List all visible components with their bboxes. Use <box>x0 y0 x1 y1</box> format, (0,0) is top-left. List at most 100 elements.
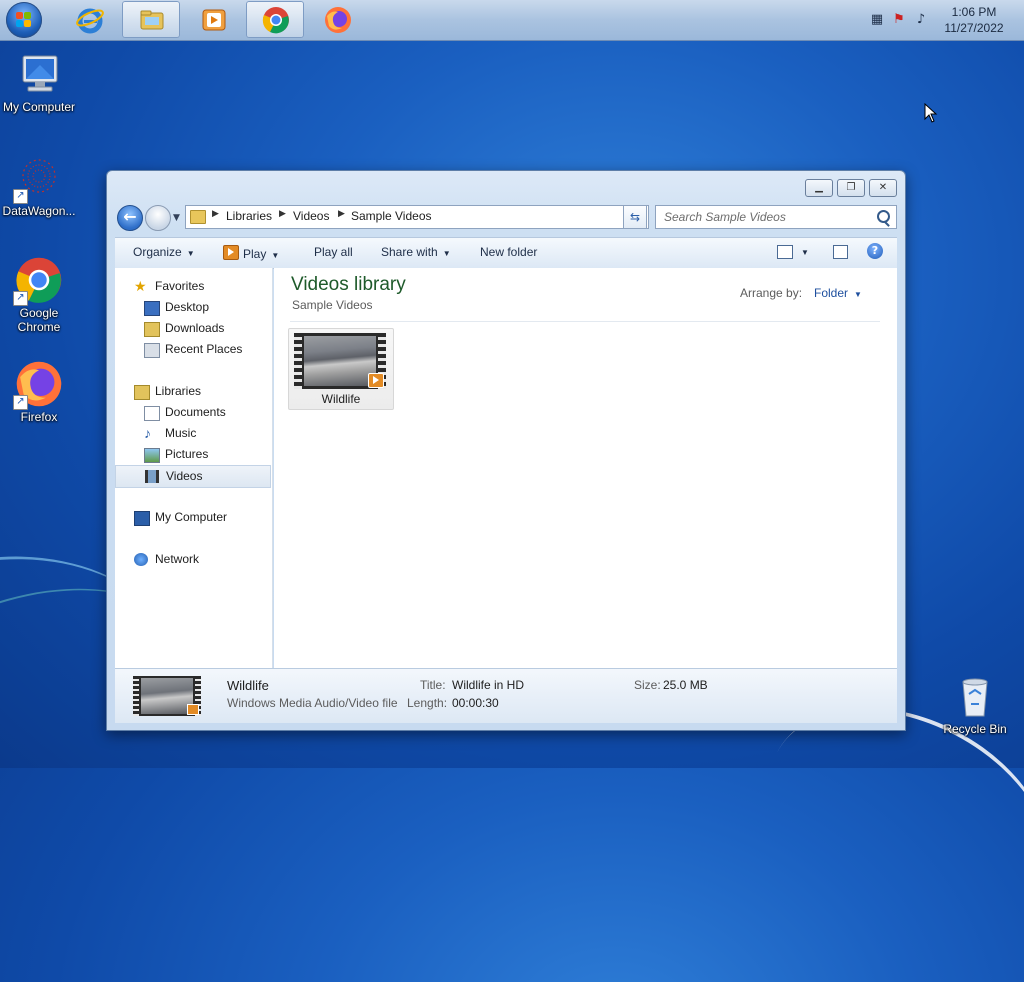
taskbar-chrome[interactable] <box>246 1 304 38</box>
nav-pictures[interactable]: Pictures <box>115 444 271 465</box>
network-tray-icon[interactable]: ▦ <box>870 13 884 27</box>
file-item-wildlife[interactable]: Wildlife <box>288 328 394 410</box>
desktop-icon-chrome[interactable]: ↗ Google Chrome <box>0 256 78 334</box>
recent-pages-dropdown[interactable]: ▼ <box>173 213 180 223</box>
nav-label: Network <box>155 552 200 566</box>
details-type: Windows Media Audio/Video file <box>227 696 398 710</box>
shortcut-arrow-icon: ↗ <box>13 395 28 410</box>
datawagon-icon: ↗ <box>13 154 63 204</box>
details-pane: Wildlife Windows Media Audio/Video file … <box>115 668 897 723</box>
breadcrumb-separator-icon: ▶ <box>279 209 286 219</box>
arrange-by-dropdown[interactable]: Folder ▼ <box>814 286 862 300</box>
shortcut-arrow-icon: ↗ <box>13 291 28 306</box>
details-title-value[interactable]: Wildlife in HD <box>452 678 524 692</box>
taskbar-ie[interactable] <box>60 1 118 38</box>
recycle-bin-icon <box>962 678 988 717</box>
folder-icon <box>140 10 164 30</box>
back-button[interactable]: ← <box>117 205 143 231</box>
close-button[interactable]: ✕ <box>869 179 897 197</box>
chevron-down-icon: ▼ <box>442 249 451 258</box>
desktop-icon-datawagon[interactable]: ↗ DataWagon... <box>0 154 78 218</box>
change-view-icon[interactable] <box>777 245 793 259</box>
action-center-icon[interactable]: ⚑ <box>892 13 906 27</box>
chevron-down-icon: ▼ <box>854 290 862 299</box>
search-input[interactable]: Search Sample Videos <box>655 205 897 229</box>
breadcrumb-libraries[interactable]: Libraries <box>226 209 272 223</box>
star-icon: ★ <box>134 278 147 294</box>
shortcut-arrow-icon: ↗ <box>13 189 28 204</box>
breadcrumb-sample-videos[interactable]: Sample Videos <box>351 209 432 223</box>
arrange-by-label: Arrange by: <box>740 286 803 300</box>
taskbar-media-player[interactable] <box>184 1 242 38</box>
pictures-icon <box>144 448 160 463</box>
details-length-value: 00:00:30 <box>452 696 499 710</box>
nav-my-computer[interactable]: My Computer <box>115 507 271 528</box>
clock-date: 11/27/2022 <box>944 21 1004 35</box>
command-bar: Organize ▼ Play ▼ Play all Share with ▼ New… <box>115 237 897 269</box>
nav-recent-places[interactable]: Recent Places <box>115 339 271 360</box>
video-thumbnail <box>294 333 386 389</box>
nav-desktop[interactable]: Desktop <box>115 297 271 318</box>
desktop-icon-label: My Computer <box>2 100 76 114</box>
address-bar[interactable]: ▶ Libraries ▶ Videos ▶ Sample Videos ▼ <box>185 205 649 229</box>
play-all-button[interactable]: Play all <box>314 245 353 259</box>
documents-icon <box>144 406 160 421</box>
nav-label: Music <box>165 426 197 440</box>
desktop-icon-label: Google Chrome <box>17 306 61 334</box>
share-with-button[interactable]: Share with ▼ <box>381 245 451 259</box>
forward-button[interactable] <box>145 205 171 231</box>
nav-label: Libraries <box>155 384 202 398</box>
details-thumbnail <box>133 676 201 716</box>
nav-label: Pictures <box>165 447 209 461</box>
window-controls: ▁ ❐ ✕ <box>801 179 897 197</box>
start-button[interactable] <box>6 2 42 38</box>
desktop-icon-firefox[interactable]: ↗ Firefox <box>0 360 78 424</box>
nav-favorites[interactable]: ★ Favorites <box>115 276 271 297</box>
details-name: Wildlife <box>227 678 269 693</box>
media-player-icon <box>202 9 226 31</box>
nav-music[interactable]: ♪ Music <box>115 423 271 444</box>
desktop-icon-label: DataWagon... <box>2 204 76 218</box>
recent-places-icon <box>144 343 160 358</box>
help-icon[interactable]: ? <box>867 243 883 259</box>
refresh-button[interactable]: ⇆ <box>623 205 647 229</box>
desktop-icon-label: Recycle Bin <box>943 722 1007 736</box>
windows-logo-icon <box>16 12 32 28</box>
restore-button[interactable]: ❐ <box>837 179 865 197</box>
taskbar-firefox[interactable] <box>308 1 366 38</box>
minimize-button[interactable]: ▁ <box>805 179 833 197</box>
preview-pane-icon[interactable] <box>833 245 848 259</box>
desktop-icon <box>144 301 160 316</box>
firefox-icon: ↗ <box>13 360 63 410</box>
organize-button[interactable]: Organize ▼ <box>133 245 195 259</box>
desktop-icon-my-computer[interactable]: My Computer <box>0 50 78 114</box>
play-badge-icon <box>368 373 384 388</box>
play-badge-icon <box>187 704 199 715</box>
view-dropdown-icon[interactable]: ▼ <box>801 248 809 257</box>
breadcrumb-separator-icon: ▶ <box>338 209 345 219</box>
network-icon <box>134 553 148 566</box>
breadcrumb-videos[interactable]: Videos <box>293 209 329 223</box>
desktop-icon-label: Firefox <box>20 410 58 424</box>
organize-label: Organize <box>133 245 182 259</box>
search-icon[interactable] <box>877 210 890 223</box>
nav-network[interactable]: Network <box>115 549 271 570</box>
search-placeholder: Search Sample Videos <box>664 210 786 224</box>
clock[interactable]: 1:06 PM 11/27/2022 <box>938 4 1010 36</box>
volume-icon[interactable]: ♪ <box>914 13 928 27</box>
file-name: Wildlife <box>321 392 361 406</box>
play-button[interactable]: Play ▼ <box>223 245 279 261</box>
new-folder-button[interactable]: New folder <box>480 245 537 259</box>
desktop-icon-recycle-bin[interactable]: Recycle Bin <box>936 672 1014 736</box>
nav-downloads[interactable]: Downloads <box>115 318 271 339</box>
chevron-down-icon: ▼ <box>186 249 195 258</box>
nav-documents[interactable]: Documents <box>115 402 271 423</box>
music-icon: ♪ <box>144 425 151 441</box>
chevron-down-icon: ▼ <box>271 251 280 260</box>
details-size-label: Size: <box>634 678 661 692</box>
explorer-window[interactable]: ▁ ❐ ✕ ← ▼ ▶ Libraries ▶ Videos ▶ Sample … <box>106 170 906 731</box>
nav-libraries[interactable]: Libraries <box>115 381 271 402</box>
nav-label: Favorites <box>155 279 205 293</box>
nav-videos[interactable]: Videos <box>115 465 271 488</box>
taskbar-explorer[interactable] <box>122 1 180 38</box>
